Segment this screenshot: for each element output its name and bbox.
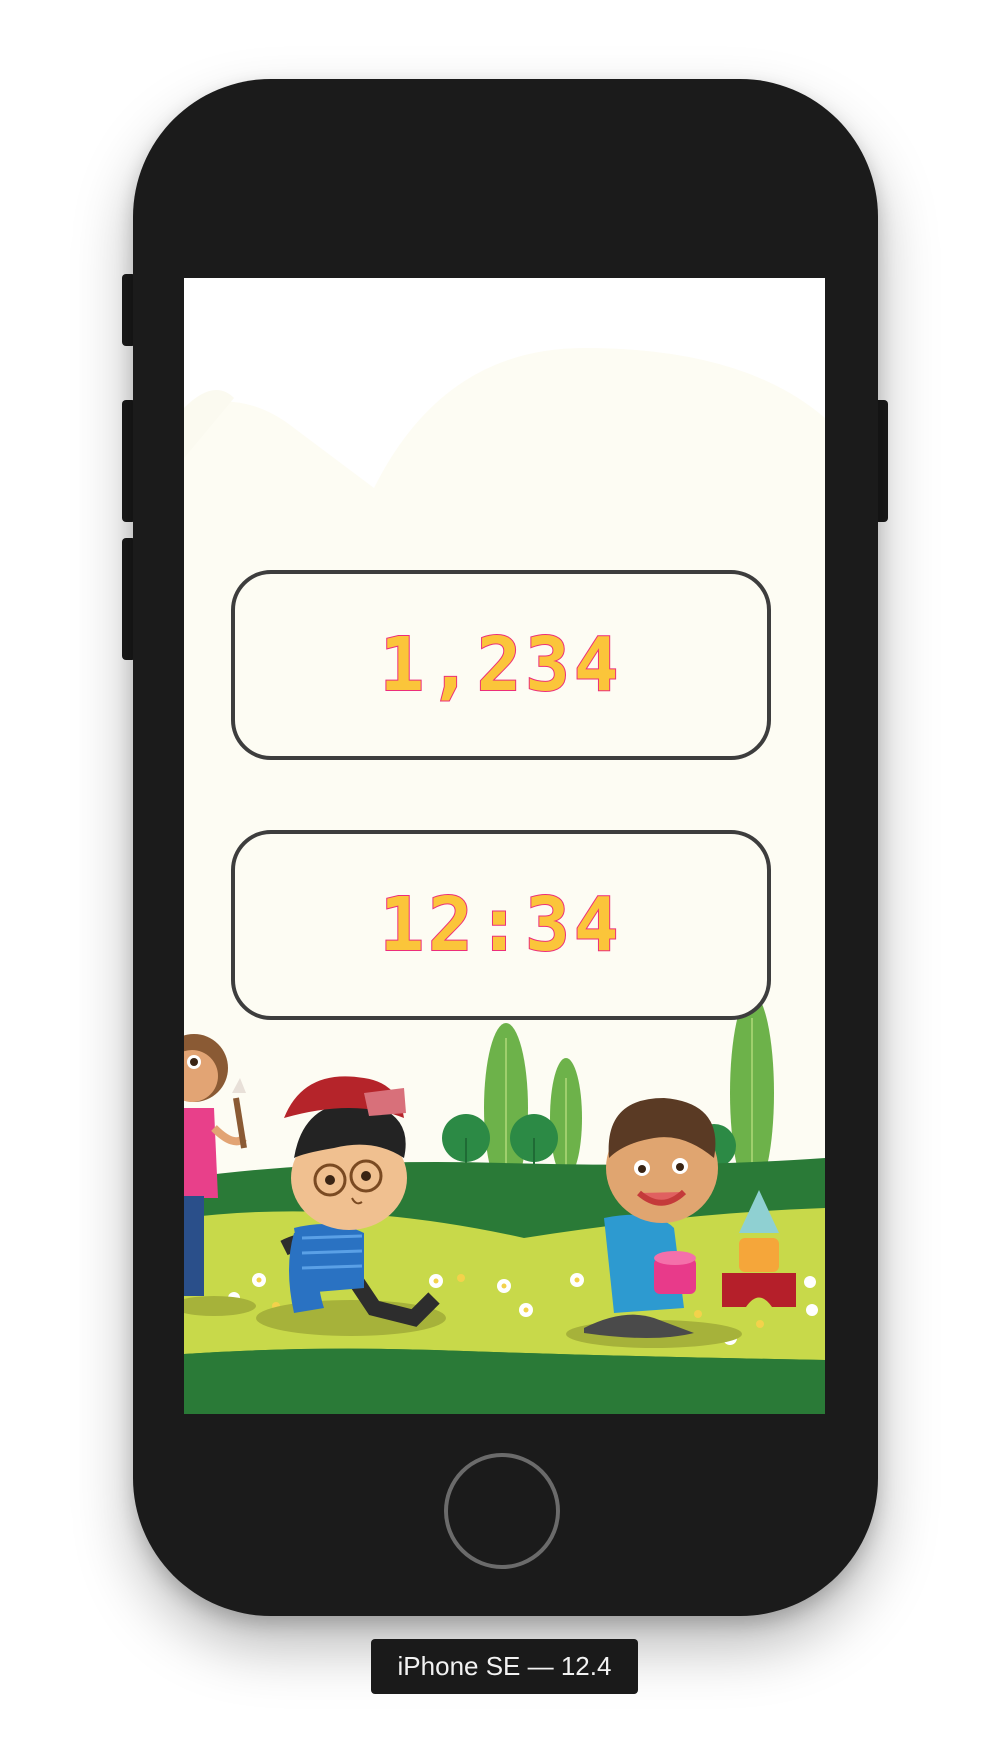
device-label: iPhone SE — 12.4 xyxy=(371,1639,638,1694)
front-lawn xyxy=(184,1348,825,1414)
timer-value: 12:34 xyxy=(379,881,623,969)
score-box: 1,234 xyxy=(231,570,771,760)
home-button-icon[interactable] xyxy=(444,1453,560,1569)
app-screen[interactable]: 1,234 12:34 xyxy=(184,278,825,1414)
simulator-stage: 1,234 12:34 iPhone SE — 12.4 xyxy=(0,0,1008,1764)
score-value: 1,234 xyxy=(379,621,623,709)
timer-box: 12:34 xyxy=(231,830,771,1020)
